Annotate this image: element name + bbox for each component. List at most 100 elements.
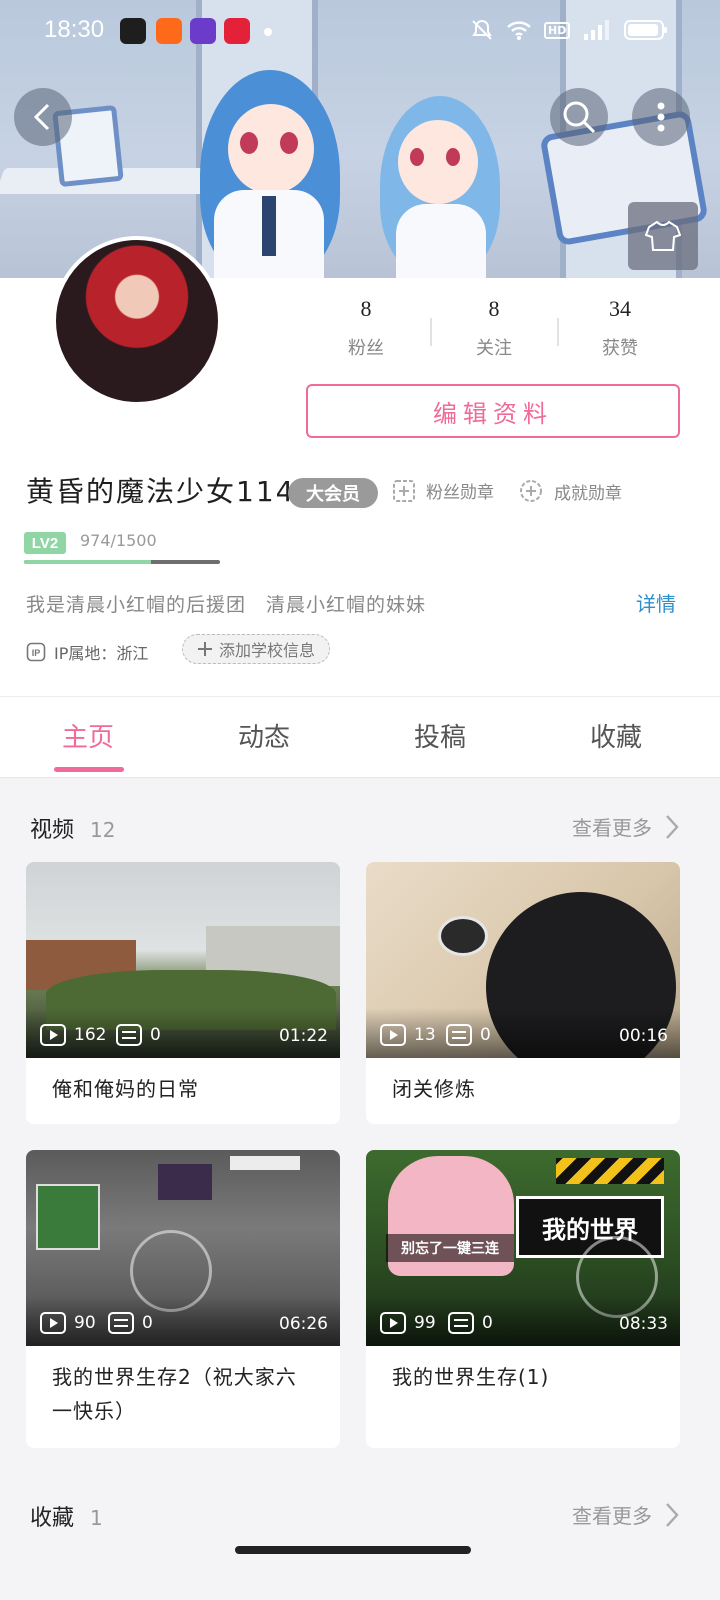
banner-character-shirt (396, 204, 486, 284)
favorites-count: 1 (90, 1506, 103, 1530)
video-title[interactable]: 我的世界生存(1) (366, 1346, 680, 1408)
dress-up-button[interactable] (628, 202, 698, 270)
favorites-more-link[interactable]: 查看更多 (572, 1500, 680, 1529)
tab-home[interactable]: 主页 (0, 717, 176, 754)
danmaku-count-value: 0 (482, 1313, 493, 1333)
signal-icon (584, 20, 610, 40)
thumb-ink-dish (438, 916, 488, 956)
play-icon (40, 1312, 66, 1334)
danmaku-count: 0 (446, 1024, 491, 1046)
videos-more-link[interactable]: 查看更多 (572, 812, 680, 841)
danmaku-count: 0 (108, 1312, 153, 1334)
video-card[interactable]: 162 0 01:22 俺和俺妈的日常 (26, 862, 340, 1124)
play-icon (380, 1024, 406, 1046)
stat-divider (557, 318, 559, 346)
video-thumbnail[interactable]: 别忘了一键三连 我的世界 99 0 08:33 (366, 1150, 680, 1346)
thumb-hud-bar (230, 1156, 300, 1170)
stat-value: 8 (488, 296, 500, 321)
exp-text: 974/1500 (80, 531, 157, 550)
chevron-left-icon (33, 103, 50, 131)
tab-bar: 主页 动态 投稿 收藏 (0, 696, 720, 778)
hd-icon: HD (544, 21, 571, 39)
play-count-value: 99 (414, 1313, 436, 1333)
mute-icon (472, 19, 492, 40)
favorites-section-title: 收藏 1 (30, 1500, 103, 1532)
edit-profile-button[interactable]: 编辑资料 (306, 384, 680, 438)
shirt-icon (645, 220, 681, 251)
banner-character-eye (446, 148, 460, 166)
ip-location: IP IP属地：浙江 (26, 640, 148, 664)
danmaku-icon (446, 1024, 472, 1046)
video-thumbnail[interactable]: 90 0 06:26 (26, 1150, 340, 1346)
thumb-minimap (36, 1184, 100, 1250)
chevron-right-icon (666, 1502, 679, 1527)
notification-app-icon (120, 18, 146, 44)
stat-likes[interactable]: 34 获赞 (560, 296, 680, 360)
play-count: 13 (380, 1024, 436, 1046)
stat-label: 关注 (476, 338, 512, 359)
video-duration: 00:16 (619, 1026, 668, 1046)
status-time: 18:30 (44, 16, 105, 43)
tab-dynamics[interactable]: 动态 (176, 717, 352, 754)
ip-location-label: IP属地：浙江 (54, 644, 149, 663)
danmaku-icon (448, 1312, 474, 1334)
add-medal-icon (393, 479, 415, 502)
play-count: 99 (380, 1312, 436, 1334)
play-count-value: 90 (74, 1313, 96, 1333)
notification-app-icon (156, 18, 182, 44)
exp-progress-bar (24, 560, 220, 564)
video-thumbnail[interactable]: 162 0 01:22 (26, 862, 340, 1058)
video-thumbnail[interactable]: 13 0 00:16 (366, 862, 680, 1058)
tab-favorites[interactable]: 收藏 (528, 717, 704, 754)
stat-following[interactable]: 8 关注 (434, 296, 554, 360)
banner-character-face (398, 120, 478, 204)
svg-text:IP: IP (32, 648, 41, 658)
level-badge[interactable]: LV2 (24, 532, 66, 554)
achievement-medal-button[interactable]: 成就勋章 (518, 478, 622, 504)
banner-character-eye (280, 132, 298, 154)
home-indicator[interactable] (235, 1546, 471, 1554)
fan-medal-label: 粉丝勋章 (426, 483, 494, 503)
avatar[interactable] (52, 236, 222, 406)
banner-character-eye (240, 132, 258, 154)
banner-character-eye (410, 148, 424, 166)
play-count-value: 13 (414, 1025, 436, 1045)
notification-dot (264, 28, 272, 36)
danmaku-count: 0 (448, 1312, 493, 1334)
plus-icon (198, 642, 212, 656)
video-meta-overlay: 99 0 08:33 (366, 1296, 680, 1346)
stat-value: 8 (360, 296, 372, 321)
video-card[interactable]: 别忘了一键三连 我的世界 99 0 08:33 我的世界生存(1) (366, 1150, 680, 1448)
video-card[interactable]: 13 0 00:16 闭关修炼 (366, 862, 680, 1124)
video-title[interactable]: 闭关修炼 (366, 1058, 680, 1120)
add-achievement-icon (520, 480, 542, 502)
video-duration: 06:26 (279, 1314, 328, 1334)
search-button[interactable] (550, 88, 608, 146)
status-bar: 18:30 HD (0, 0, 720, 64)
more-button[interactable] (632, 88, 690, 146)
vip-badge[interactable]: 大会员 (288, 478, 378, 508)
videos-more-label: 查看更多 (572, 816, 652, 840)
fan-medal-button[interactable]: 粉丝勋章 (392, 478, 494, 503)
chevron-right-icon (666, 814, 679, 839)
back-button[interactable] (14, 88, 72, 146)
favorites-more-label: 查看更多 (572, 1504, 652, 1528)
video-card[interactable]: 90 0 06:26 我的世界生存2（祝大家六一快乐） (26, 1150, 340, 1448)
tab-uploads[interactable]: 投稿 (352, 717, 528, 754)
play-icon (40, 1024, 66, 1046)
stat-followers[interactable]: 8 粉丝 (306, 296, 426, 360)
username: 黄昏的魔法少女114 (26, 475, 296, 508)
video-title[interactable]: 俺和俺妈的日常 (26, 1058, 340, 1120)
notification-app-icon (224, 18, 250, 44)
stat-label: 粉丝 (348, 338, 384, 359)
danmaku-count-value: 0 (150, 1025, 161, 1045)
wifi-icon (507, 21, 531, 40)
play-count-value: 162 (74, 1025, 107, 1045)
video-title[interactable]: 我的世界生存2（祝大家六一快乐） (26, 1346, 340, 1442)
active-tab-indicator (54, 767, 124, 772)
add-school-button[interactable]: 添加学校信息 (182, 634, 331, 664)
notification-app-icon (190, 18, 216, 44)
danmaku-count: 0 (116, 1024, 161, 1046)
bio-detail-link[interactable]: 详情 (636, 588, 676, 617)
stat-divider (430, 318, 432, 346)
